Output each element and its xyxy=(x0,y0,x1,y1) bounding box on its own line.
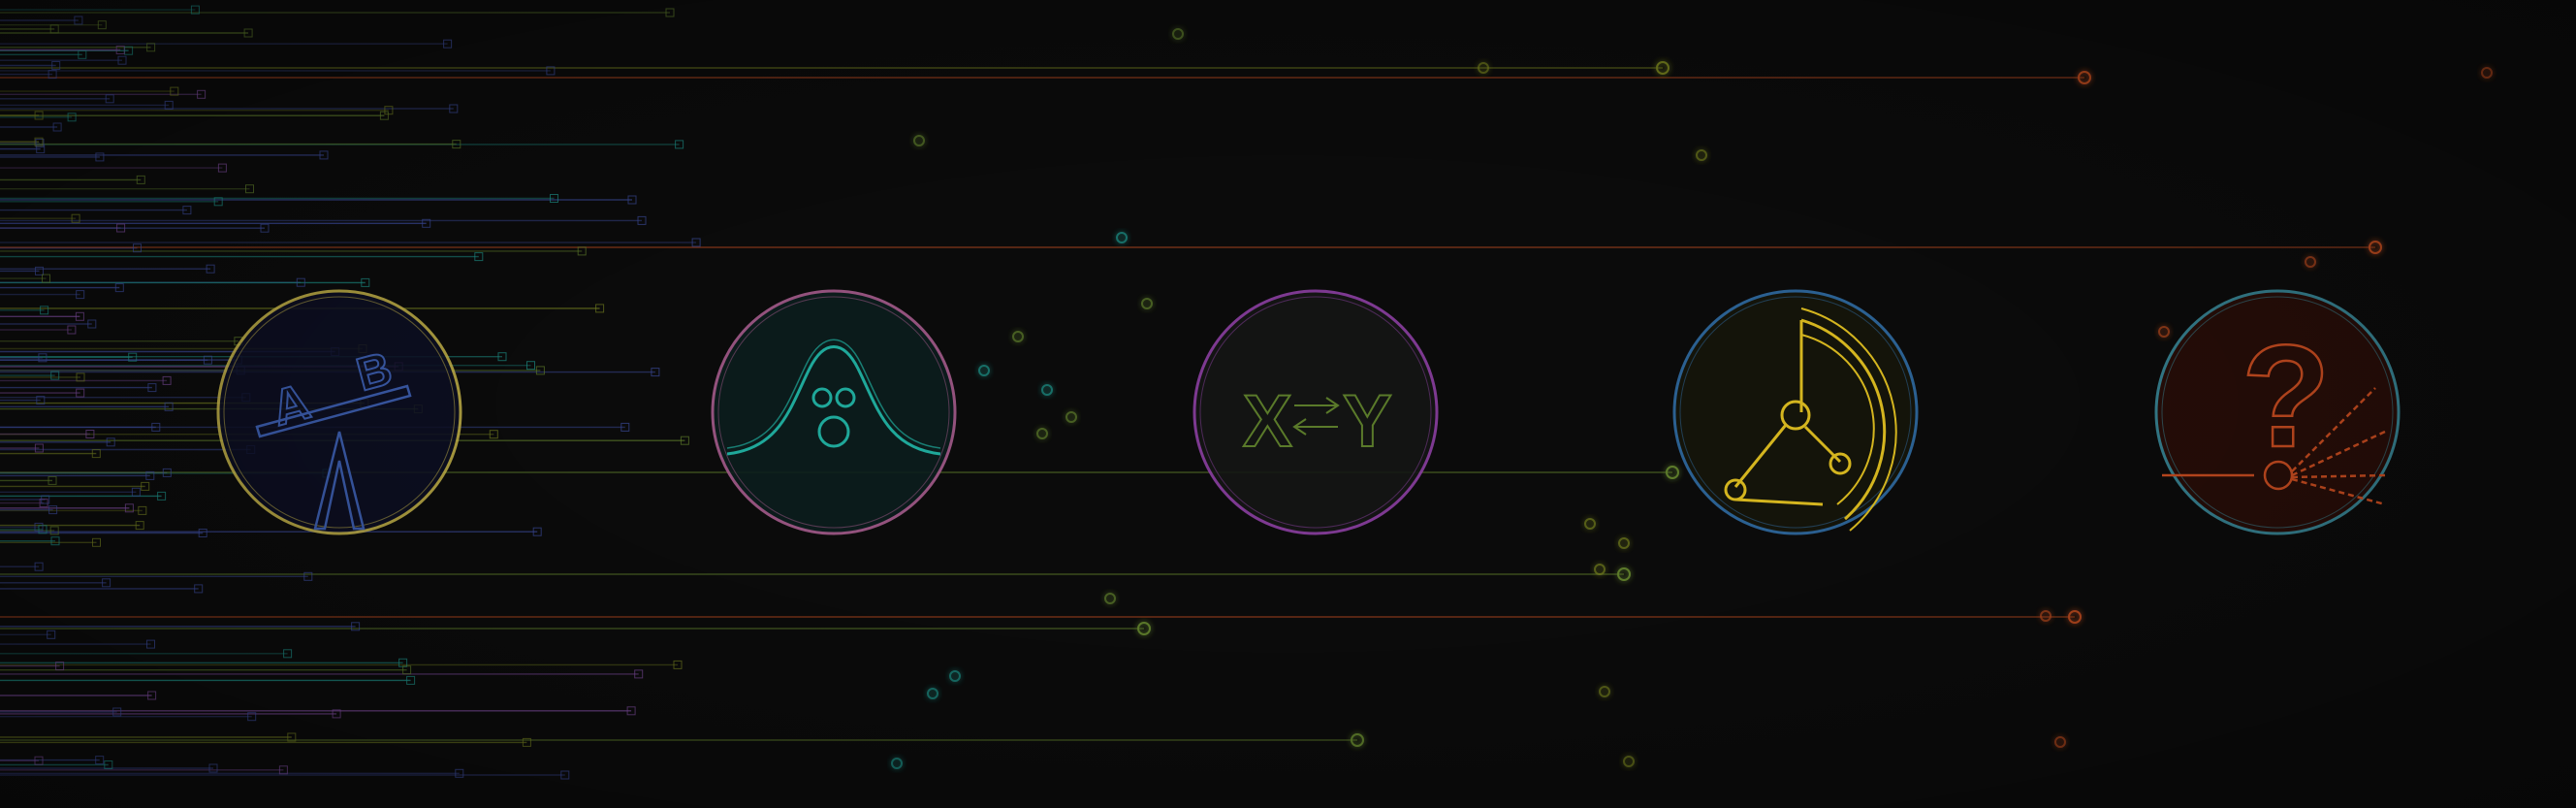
network-node xyxy=(1065,411,1077,423)
network-node xyxy=(1618,537,1630,549)
question-mark-glyph: ? xyxy=(2242,314,2331,477)
distribution-emblem xyxy=(711,289,957,535)
network-node xyxy=(913,135,925,146)
network-node xyxy=(1012,331,1024,342)
radar-emblem xyxy=(1672,289,1919,535)
network-node xyxy=(1172,28,1184,40)
network-node xyxy=(1623,756,1635,767)
network-node xyxy=(927,688,938,699)
network-node xyxy=(1599,686,1610,697)
network-node xyxy=(1696,149,1707,161)
network-node xyxy=(1104,593,1116,604)
network-node xyxy=(891,758,903,769)
network-node xyxy=(2040,610,2051,622)
network-node xyxy=(2305,256,2316,268)
letter-y: Y xyxy=(1343,380,1392,463)
xy-relationship-emblem: X Y xyxy=(1193,289,1439,535)
network-node xyxy=(978,365,990,376)
network-node xyxy=(1041,384,1053,396)
network-node xyxy=(2158,326,2170,338)
network-node xyxy=(1116,232,1128,243)
network-node xyxy=(1036,428,1048,439)
mystery-emblem: ? xyxy=(2154,289,2401,535)
network-node xyxy=(2054,736,2066,748)
network-node xyxy=(949,670,961,682)
letter-x: X xyxy=(1243,380,1292,463)
network-node xyxy=(1584,518,1596,530)
background-network-canvas: A B X Y ? xyxy=(0,0,2576,808)
network-node xyxy=(1141,298,1153,309)
network-lines-layer: A B X Y ? xyxy=(0,5,2493,780)
network-node xyxy=(2481,67,2493,79)
network-node xyxy=(1594,564,1606,575)
ab-test-emblem: A B xyxy=(216,289,462,535)
